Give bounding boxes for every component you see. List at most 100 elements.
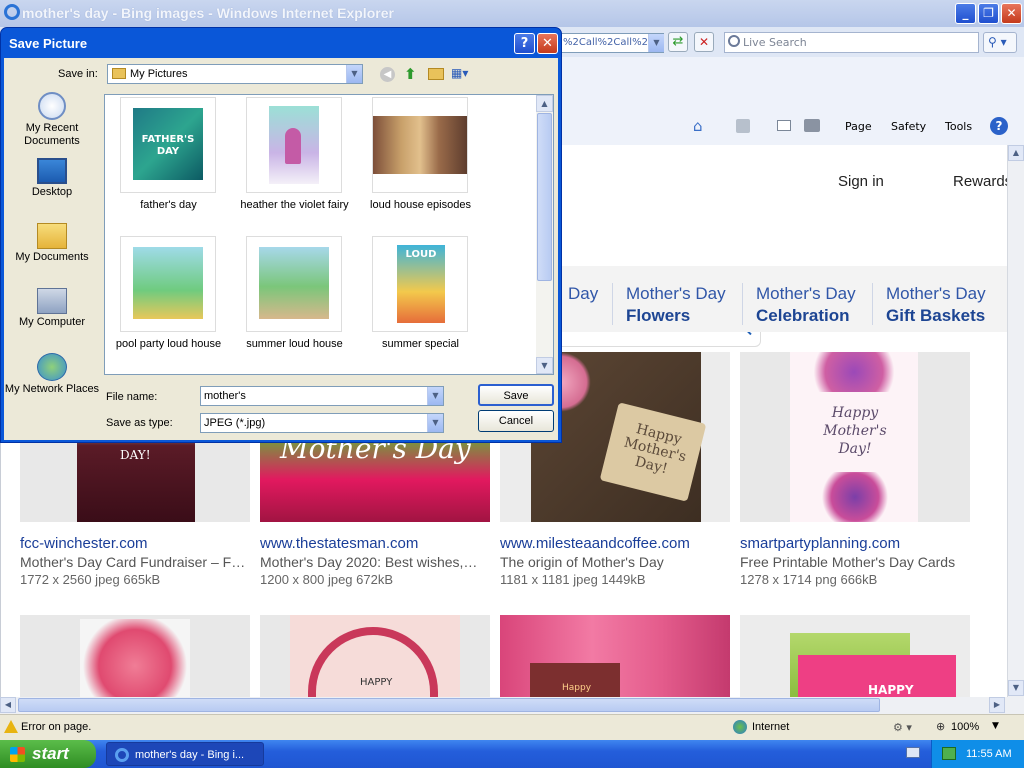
place-desktop[interactable]: Desktop: [4, 158, 100, 199]
warning-icon[interactable]: [4, 720, 18, 733]
result-source-2[interactable]: www.thestatesman.com: [260, 535, 418, 552]
new-folder-icon[interactable]: [428, 68, 444, 80]
file-item-fathers-day[interactable]: FATHER'S DAY father's day: [106, 97, 231, 215]
page-menu[interactable]: Page: [845, 120, 872, 133]
desktop-icon: [37, 158, 67, 184]
security-zone[interactable]: Internet: [752, 721, 789, 733]
chip-mothers-day-flowers[interactable]: Mother's Day Flowers: [626, 283, 726, 327]
safety-menu[interactable]: Safety: [891, 120, 926, 133]
file-item-summer-special[interactable]: LOUD summer special: [358, 236, 483, 354]
status-text[interactable]: Error on page.: [21, 721, 91, 733]
list-scroll-up-icon[interactable]: ▲: [536, 95, 553, 112]
cancel-button[interactable]: Cancel: [478, 410, 554, 432]
up-folder-icon[interactable]: ⬆: [404, 65, 420, 83]
views-menu-icon[interactable]: ▦▾: [451, 66, 475, 82]
save-button[interactable]: Save: [478, 384, 554, 406]
ie-logo-icon: [4, 4, 20, 20]
file-name-input[interactable]: mother's: [200, 386, 444, 406]
result-image-7[interactable]: Happy: [500, 615, 730, 697]
horizontal-scroll-thumb[interactable]: [18, 698, 880, 712]
result-meta-2: 1200 x 800 jpeg 672kB: [260, 572, 393, 587]
save-in-dropdown[interactable]: My Pictures: [107, 64, 363, 84]
network-tray-icon[interactable]: [942, 747, 956, 760]
result-image-4[interactable]: Happy Mother's Day!: [740, 352, 970, 522]
save-in-dropdown-arrow-icon[interactable]: ▼: [346, 65, 362, 83]
zoom-dropdown-icon[interactable]: ▼: [992, 721, 999, 731]
list-scroll-thumb[interactable]: [537, 113, 552, 281]
file-item-pool-party-loud-house[interactable]: pool party loud house: [106, 236, 231, 354]
file-item-summer-loud-house[interactable]: summer loud house: [232, 236, 357, 354]
file-name: pool party loud house: [115, 338, 222, 350]
print-icon[interactable]: [804, 119, 820, 132]
sign-in-link[interactable]: Sign in: [838, 173, 884, 190]
feeds-icon[interactable]: [736, 119, 750, 133]
save-type-dropdown-icon[interactable]: ▼: [427, 414, 443, 432]
file-list-scrollbar[interactable]: ▲ ▼: [536, 95, 553, 374]
protected-mode-icon[interactable]: ⚙ ▾: [893, 721, 912, 734]
minimize-button[interactable]: _: [955, 3, 976, 24]
dialog-close-button[interactable]: ✕: [537, 33, 558, 54]
home-icon[interactable]: ⌂: [693, 117, 703, 135]
folder-icon: [112, 68, 126, 79]
file-item-loud-house-episodes[interactable]: loud house episodes: [358, 97, 483, 215]
close-window-button[interactable]: ✕: [1001, 3, 1022, 24]
result-desc-3: The origin of Mother's Day: [500, 554, 664, 570]
result-source-1[interactable]: fcc-winchester.com: [20, 535, 148, 552]
help-icon[interactable]: ?: [990, 117, 1008, 135]
clock[interactable]: 11:55 AM: [966, 748, 1012, 760]
scroll-right-arrow-icon[interactable]: ▶: [989, 697, 1005, 713]
zoom-level[interactable]: 100%: [951, 721, 979, 733]
place-my-recent-documents[interactable]: My Recent Documents: [4, 92, 100, 148]
result-image-8[interactable]: HAPPY: [740, 615, 970, 697]
scroll-left-arrow-icon[interactable]: ◀: [0, 697, 16, 713]
file-name-dropdown-icon[interactable]: ▼: [427, 387, 443, 405]
result-source-3[interactable]: www.milesteaandcoffee.com: [500, 535, 690, 552]
dialog-help-button[interactable]: ?: [514, 33, 535, 54]
page-horizontal-scrollbar[interactable]: ◀ ▶: [0, 697, 1024, 714]
rewards-link[interactable]: Rewards: [953, 173, 1007, 190]
keyboard-tray-icon[interactable]: [906, 747, 920, 758]
restore-button[interactable]: ❐: [978, 3, 999, 24]
file-name-label: File name:: [106, 391, 158, 403]
address-dropdown-icon[interactable]: ▼: [648, 34, 664, 52]
place-my-documents[interactable]: My Documents: [4, 223, 100, 264]
file-item-heather-the-violet-fairy[interactable]: heather the violet fairy: [232, 97, 357, 215]
scroll-down-arrow-icon[interactable]: ▼: [1008, 680, 1024, 696]
file-thumbnail: FATHER'S DAY: [120, 97, 216, 193]
tools-menu[interactable]: Tools: [945, 120, 972, 133]
refresh-icon[interactable]: ⇄: [668, 32, 688, 52]
network-places-icon: [37, 353, 67, 381]
my-documents-icon: [37, 223, 67, 249]
save-in-label: Save in:: [58, 68, 98, 80]
place-my-computer[interactable]: My Computer: [4, 288, 100, 329]
result-desc-2: Mother's Day 2020: Best wishes,…: [260, 554, 478, 570]
back-icon[interactable]: ◀: [380, 67, 395, 82]
chip-mothers-day-gift-baskets[interactable]: Mother's Day Gift Baskets: [886, 283, 986, 327]
save-type-dropdown[interactable]: JPEG (*.jpg): [200, 413, 444, 433]
start-button[interactable]: start: [0, 740, 96, 768]
place-my-network-places[interactable]: My Network Places: [4, 353, 100, 396]
result-desc-1: Mother's Day Card Fundraiser – F…: [20, 554, 246, 570]
status-bar: Error on page. Internet ⚙ ▾ ⊕ 100% ▼: [0, 714, 1024, 740]
page-vertical-scrollbar[interactable]: ▲ ▼: [1007, 145, 1024, 697]
search-icon[interactable]: [728, 35, 740, 47]
scroll-up-arrow-icon[interactable]: ▲: [1008, 145, 1024, 161]
file-thumbnail: [246, 97, 342, 193]
search-go-button[interactable]: ⚲ ▾: [983, 32, 1017, 53]
file-list[interactable]: FATHER'S DAY father's day heather the vi…: [104, 94, 554, 375]
zoom-icon[interactable]: ⊕: [936, 720, 945, 733]
taskbar-ie-window[interactable]: mother's day - Bing i...: [106, 742, 264, 766]
list-scroll-down-icon[interactable]: ▼: [536, 357, 553, 374]
result-source-4[interactable]: smartpartyplanning.com: [740, 535, 900, 552]
chip-divider: [742, 283, 743, 325]
chip-mothers-day-celebration[interactable]: Mother's Day Celebration: [756, 283, 856, 327]
live-search-input[interactable]: Live Search: [724, 32, 979, 53]
result-image-5[interactable]: [20, 615, 250, 697]
file-thumbnail: [120, 236, 216, 332]
stop-icon[interactable]: ✕: [694, 32, 714, 52]
mail-icon[interactable]: [777, 120, 791, 131]
result-meta-3: 1181 x 1181 jpeg 1449kB: [500, 572, 646, 587]
chip-day[interactable]: Day: [568, 283, 598, 305]
result-image-6[interactable]: HAPPY: [260, 615, 490, 697]
file-thumbnail: [246, 236, 342, 332]
